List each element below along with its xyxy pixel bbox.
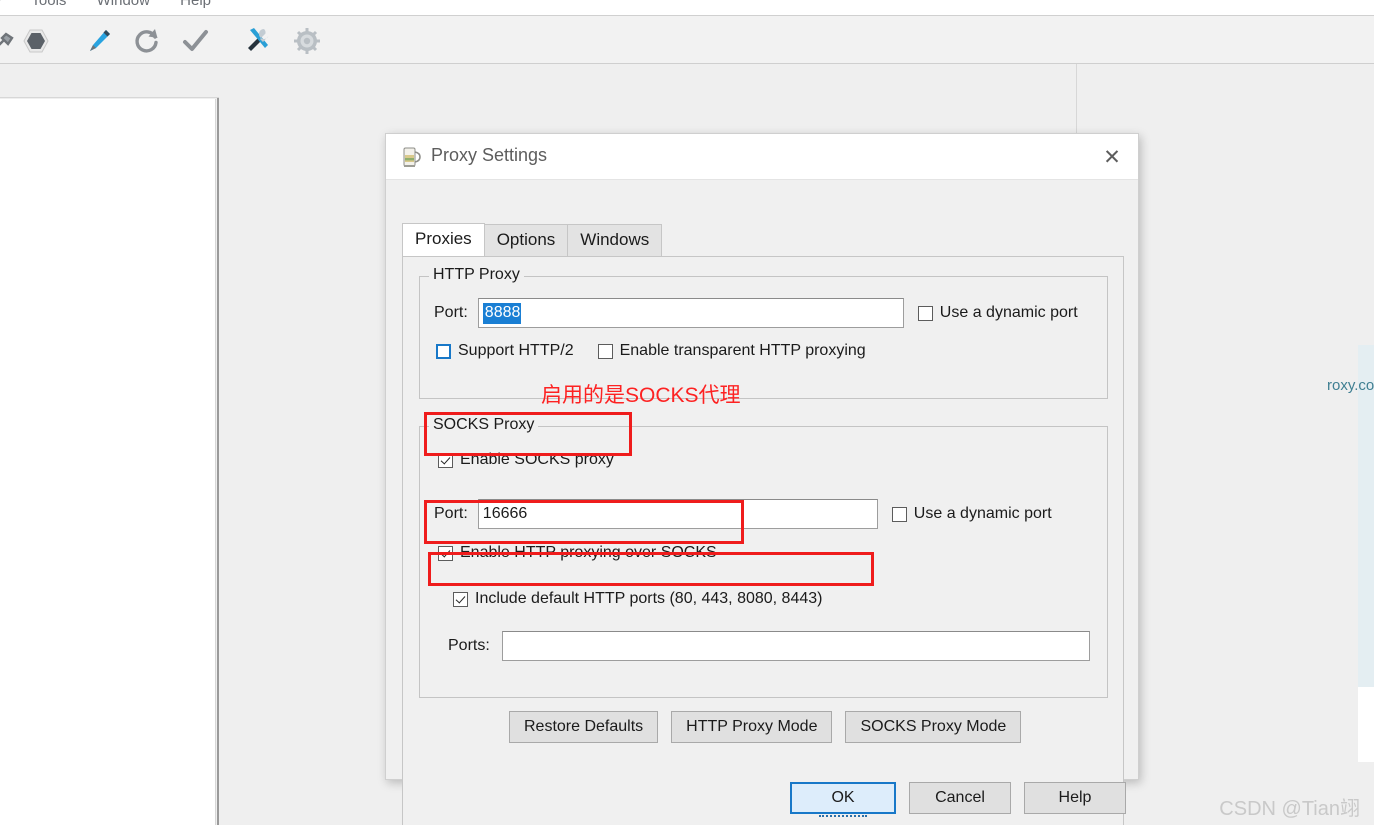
- http-port-value: 8888: [482, 302, 522, 324]
- page-footer-right: [1358, 687, 1374, 762]
- socks-ports-label: Ports:: [448, 637, 490, 654]
- annotation-text: 启用的是SOCKS代理: [541, 384, 741, 407]
- refresh-icon[interactable]: [130, 24, 164, 58]
- gear-icon[interactable]: [290, 24, 324, 58]
- menu-bar: y Tools Window Help: [0, 0, 1374, 15]
- socks-ports-row: Ports:: [448, 631, 1090, 661]
- tab-windows[interactable]: Windows: [567, 224, 663, 256]
- tab-proxies[interactable]: Proxies: [402, 223, 485, 256]
- http-over-socks-row: Enable HTTP proxying over SOCKS: [438, 544, 717, 562]
- http-dynamic-port-checkbox[interactable]: Use a dynamic port: [917, 304, 1078, 322]
- support-http2-label: Support HTTP/2: [458, 342, 574, 359]
- menu-item-tools[interactable]: Tools: [31, 0, 66, 9]
- socks-proxy-mode-button[interactable]: SOCKS Proxy Mode: [845, 711, 1022, 743]
- http-proxy-group-title: HTTP Proxy: [429, 266, 524, 284]
- socks-proxy-group: SOCKS Proxy Enable SOCKS proxy Port: 166…: [419, 416, 1108, 698]
- support-http2-checkbox[interactable]: Support HTTP/2: [436, 342, 574, 360]
- socks-port-value: 16666: [482, 505, 528, 522]
- transparent-proxy-label: Enable transparent HTTP proxying: [619, 342, 866, 359]
- stop-hexagon-icon[interactable]: [19, 24, 53, 58]
- action-button-row: OK Cancel Help: [790, 782, 1126, 817]
- menu-items: y Tools Window Help: [0, 0, 237, 9]
- close-icon[interactable]: ✕: [1096, 142, 1128, 172]
- mode-button-row: Restore Defaults HTTP Proxy Mode SOCKS P…: [509, 711, 1022, 743]
- tab-options[interactable]: Options: [483, 224, 569, 256]
- socks-ports-input[interactable]: [501, 631, 1090, 661]
- checkmark-icon[interactable]: [178, 24, 212, 58]
- http-port-row: Port: 8888 Use a dynamic port: [434, 298, 1078, 328]
- session-tree[interactable]: [0, 99, 216, 825]
- enable-socks-label: Enable SOCKS proxy: [460, 451, 614, 468]
- enable-socks-row: Enable SOCKS proxy: [438, 451, 614, 469]
- checkbox-box: [438, 545, 453, 561]
- tools-icon[interactable]: [242, 24, 276, 58]
- checkbox-box: [438, 452, 453, 468]
- help-button[interactable]: Help: [1024, 782, 1126, 814]
- checkbox-box: [597, 343, 613, 359]
- enable-socks-checkbox[interactable]: Enable SOCKS proxy: [438, 451, 614, 469]
- http-over-socks-label: Enable HTTP proxying over SOCKS: [460, 544, 717, 561]
- pen-icon[interactable]: [82, 24, 116, 58]
- socks-port-label: Port:: [434, 505, 468, 522]
- http-proxy-mode-button[interactable]: HTTP Proxy Mode: [671, 711, 833, 743]
- http-dynamic-port-label: Use a dynamic port: [939, 304, 1078, 321]
- checkbox-box: [436, 343, 451, 359]
- ok-button[interactable]: OK: [790, 782, 896, 817]
- include-default-ports-label: Include default HTTP ports (80, 443, 808…: [475, 590, 823, 607]
- http-over-socks-checkbox[interactable]: Enable HTTP proxying over SOCKS: [438, 544, 717, 562]
- csdn-watermark: CSDN @Tian翊: [1219, 798, 1360, 820]
- tab-strip: Proxies Options Windows: [402, 223, 663, 256]
- socks-proxy-group-title: SOCKS Proxy: [429, 416, 539, 434]
- left-pane: [0, 64, 219, 825]
- socks-dynamic-port-label: Use a dynamic port: [913, 505, 1052, 522]
- charles-jug-icon: [400, 146, 422, 168]
- include-default-ports-row: Include default HTTP ports (80, 443, 808…: [453, 590, 822, 608]
- http-port-input[interactable]: 8888: [477, 298, 904, 328]
- checkbox-box: [453, 591, 468, 607]
- include-default-ports-checkbox[interactable]: Include default HTTP ports (80, 443, 808…: [453, 590, 822, 608]
- proxy-settings-dialog: Proxy Settings ✕ Proxies Options Windows…: [385, 133, 1139, 825]
- socks-port-input[interactable]: 16666: [477, 499, 878, 529]
- http-proxy-group: HTTP Proxy Port: 8888 Use a dynamic port: [419, 266, 1108, 399]
- dialog-titlebar: Proxy Settings ✕: [386, 134, 1138, 180]
- site-url-label: roxy.com: [1327, 377, 1374, 394]
- restore-defaults-button[interactable]: Restore Defaults: [509, 711, 659, 743]
- http-port-label: Port:: [434, 304, 468, 321]
- menu-item-help[interactable]: Help: [180, 0, 211, 9]
- cancel-button[interactable]: Cancel: [909, 782, 1011, 814]
- left-pane-header: [0, 64, 219, 98]
- checkbox-box: [917, 305, 933, 321]
- dialog-content: Proxies Options Windows HTTP Proxy Port:…: [386, 180, 1138, 825]
- checkbox-box: [891, 506, 907, 522]
- menu-item-window[interactable]: Window: [97, 0, 150, 9]
- http-options-row: Support HTTP/2 Enable transparent HTTP p…: [436, 342, 866, 360]
- menu-item-0[interactable]: y: [0, 0, 2, 9]
- proxies-tab-panel: HTTP Proxy Port: 8888 Use a dynamic port: [402, 256, 1124, 825]
- socks-port-row: Port: 16666 Use a dynamic port: [434, 499, 1052, 529]
- socks-dynamic-port-checkbox[interactable]: Use a dynamic port: [891, 505, 1052, 523]
- screen: y Tools Window Help: [0, 0, 1374, 825]
- toolbar: [0, 15, 1374, 64]
- transparent-proxy-checkbox[interactable]: Enable transparent HTTP proxying: [597, 342, 866, 360]
- page-banner-right: [1358, 345, 1374, 687]
- dialog-title: Proxy Settings: [431, 145, 548, 165]
